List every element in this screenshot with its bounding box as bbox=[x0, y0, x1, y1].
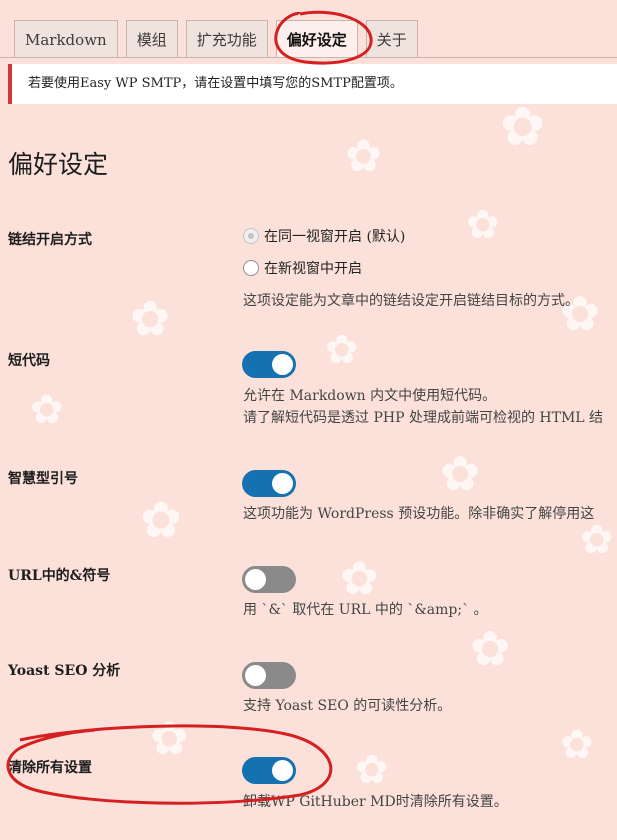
blossom-decoration: ✿ bbox=[140, 491, 182, 549]
smart-quotes-toggle[interactable] bbox=[242, 470, 296, 497]
toggle-knob bbox=[245, 569, 266, 590]
yoast-toggle[interactable] bbox=[242, 662, 296, 689]
setting-label-link-open: 链结开启方式 bbox=[8, 232, 92, 248]
blossom-decoration: ✿ bbox=[560, 722, 594, 768]
setting-desc-shortcode: 允许在 Markdown 内文中使用短代码。 bbox=[243, 388, 497, 404]
radio-circle[interactable] bbox=[243, 228, 259, 244]
setting-desc-shortcode-2: 请了解短代码是透过 PHP 处理成前端可检视的 HTML 结 bbox=[243, 410, 604, 426]
setting-desc-smart-quotes: 这项功能为 WordPress 预设功能。除非确实了解停用这 bbox=[243, 506, 595, 522]
page-title: 偏好设定 bbox=[8, 150, 109, 179]
radio-circle[interactable] bbox=[243, 260, 259, 276]
setting-label-yoast: Yoast SEO 分析 bbox=[8, 663, 121, 679]
setting-desc-link-open: 这项设定能为文章中的链结设定开启链结目标的方式。 bbox=[243, 293, 579, 309]
radio-label: 在新视窗中开启 bbox=[264, 261, 362, 277]
smtp-notice: 若要使用Easy WP SMTP，请在设置中填写您的SMTP配置项。 bbox=[8, 64, 617, 104]
tab-bar: Markdown 模组 扩充功能 偏好设定 关于 bbox=[14, 20, 418, 58]
tab-modules[interactable]: 模组 bbox=[125, 20, 178, 58]
blossom-decoration: ✿ bbox=[355, 747, 389, 793]
setting-desc-yoast: 支持 Yoast SEO 的可读性分析。 bbox=[243, 698, 452, 714]
url-amp-toggle[interactable] bbox=[242, 566, 296, 593]
blossom-decoration: ✿ bbox=[580, 517, 614, 563]
radio-label: 在同一视窗开启 (默认) bbox=[264, 229, 406, 245]
toggle-knob bbox=[272, 473, 293, 494]
toggle-knob bbox=[272, 760, 293, 781]
setting-label-shortcode: 短代码 bbox=[8, 353, 50, 369]
blossom-decoration: ✿ bbox=[466, 202, 500, 248]
radio-same-window[interactable]: 在同一视窗开启 (默认) bbox=[243, 226, 405, 246]
setting-label-url-amp: URL中的&符号 bbox=[8, 568, 111, 584]
blossom-decoration: ✿ bbox=[340, 551, 379, 605]
shortcode-toggle[interactable] bbox=[242, 351, 296, 378]
blossom-decoration: ✿ bbox=[470, 621, 511, 677]
toggle-knob bbox=[245, 665, 266, 686]
blossom-decoration: ✿ bbox=[30, 387, 64, 433]
blossom-decoration: ✿ bbox=[345, 131, 382, 182]
blossom-decoration: ✿ bbox=[440, 446, 481, 502]
blossom-decoration: ✿ bbox=[325, 327, 359, 373]
radio-new-window[interactable]: 在新视窗中开启 bbox=[243, 258, 362, 278]
tab-divider bbox=[0, 57, 617, 58]
blossom-decoration: ✿ bbox=[130, 291, 171, 347]
tab-about[interactable]: 关于 bbox=[365, 20, 418, 58]
clear-all-toggle[interactable] bbox=[242, 757, 296, 784]
blossom-decoration: ✿ bbox=[150, 711, 189, 765]
setting-label-clear-all: 清除所有设置 bbox=[8, 760, 92, 776]
tab-preferences[interactable]: 偏好设定 bbox=[275, 20, 358, 58]
tab-extensions[interactable]: 扩充功能 bbox=[185, 20, 268, 58]
toggle-knob bbox=[272, 354, 293, 375]
tab-markdown[interactable]: Markdown bbox=[14, 20, 118, 58]
setting-label-smart-quotes: 智慧型引号 bbox=[8, 471, 78, 487]
setting-desc-url-amp: 用 `&` 取代在 URL 中的 `&amp;` 。 bbox=[243, 602, 488, 618]
blossom-decoration: ✿ bbox=[500, 95, 546, 158]
setting-desc-clear-all: 卸载WP GitHuber MD时清除所有设置。 bbox=[243, 794, 508, 810]
